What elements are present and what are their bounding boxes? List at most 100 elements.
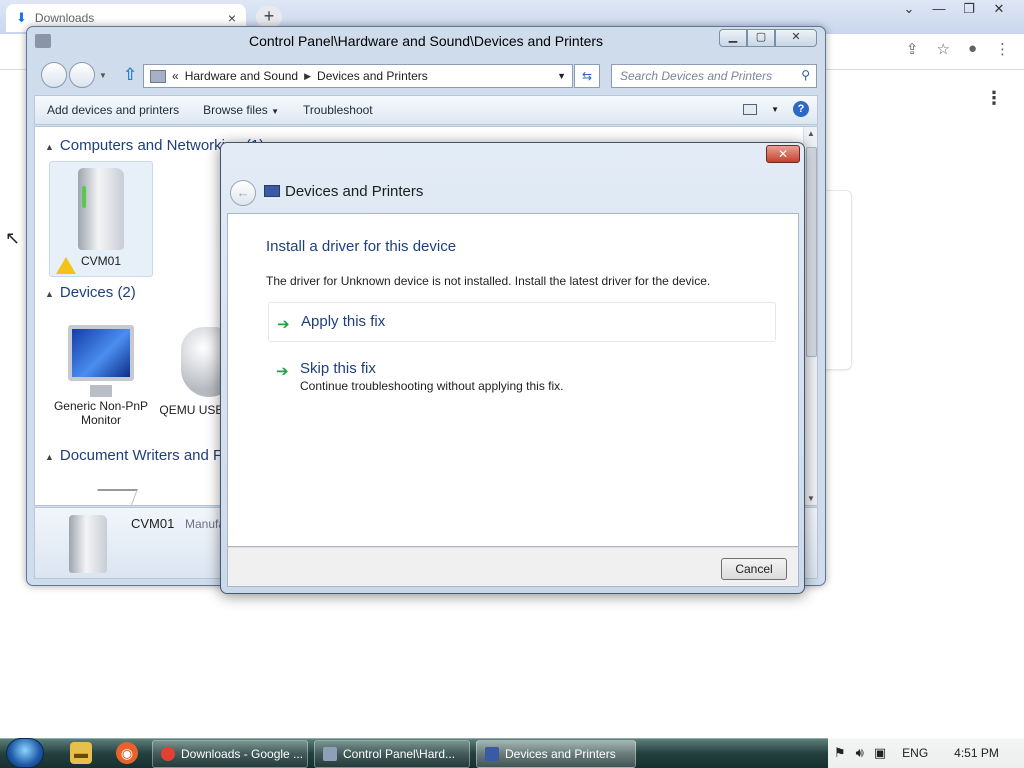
new-tab-button[interactable]: + xyxy=(256,6,282,28)
help-icon[interactable]: ? xyxy=(793,101,809,117)
device-item-monitor[interactable]: Generic Non-PnP Monitor xyxy=(49,317,153,427)
taskbar-button-label: Control Panel\Hard... xyxy=(343,747,456,761)
view-dropdown-icon[interactable]: ▼ xyxy=(771,105,779,114)
troubleshooter-dialog: ✕ ← Devices and Printers Install a drive… xyxy=(220,142,805,594)
apply-fix-title: Apply this fix xyxy=(301,313,386,330)
change-view-icon[interactable] xyxy=(743,103,758,115)
minimize-button[interactable]: — xyxy=(924,0,954,20)
dialog-message: The driver for Unknown device is not ins… xyxy=(266,274,711,288)
vertical-scrollbar[interactable]: ▲ ▼ xyxy=(803,127,817,505)
taskbar-button-control-panel[interactable]: Control Panel\Hard... xyxy=(314,740,470,768)
maximize-button[interactable]: ▢ xyxy=(747,29,775,47)
scrollbar-thumb[interactable] xyxy=(806,147,817,357)
bookmark-star-icon[interactable]: ☆ xyxy=(936,40,949,58)
details-device-name: CVM01 xyxy=(131,516,175,531)
group-label: Devices (2) xyxy=(59,284,136,301)
troubleshoot-button[interactable]: Troubleshoot xyxy=(291,103,385,117)
control-panel-icon xyxy=(150,69,166,83)
caption-buttons: ▁ ▢ ✕ xyxy=(719,29,817,47)
share-icon[interactable]: ⇪ xyxy=(906,40,919,58)
chrome-menu-icon[interactable]: ⋮ xyxy=(995,40,1010,58)
green-arrow-icon: ➔ xyxy=(276,363,289,380)
minimize-button[interactable]: ▁ xyxy=(719,29,747,47)
recent-pages-dropdown-icon[interactable]: ▼ xyxy=(99,71,107,80)
more-options-icon[interactable]: ⋮ xyxy=(985,88,1003,109)
control-panel-icon xyxy=(323,747,337,761)
magnifier-icon[interactable]: ⚲ xyxy=(801,68,810,82)
breadcrumb-hardware-and-sound[interactable]: Hardware and Sound xyxy=(185,69,298,83)
network-icon[interactable]: ▣ xyxy=(874,745,886,761)
firefox-icon[interactable]: ◉ xyxy=(116,742,138,764)
restore-button[interactable]: ❐ xyxy=(954,0,984,20)
collapse-triangle-icon: ▲ xyxy=(45,142,54,152)
tab-close-icon[interactable]: × xyxy=(228,10,236,26)
address-bar[interactable]: « Hardware and Sound ▶ Devices and Print… xyxy=(143,64,573,88)
clock[interactable]: 4:51 PM xyxy=(954,746,999,760)
mouse-cursor-icon: ↖ xyxy=(5,228,21,248)
computer-tower-icon xyxy=(69,515,107,573)
device-item-computer[interactable]: CVM01 xyxy=(49,161,153,277)
device-label: Generic Non-PnP Monitor xyxy=(53,399,149,427)
search-input[interactable]: Search Devices and Printers ⚲ xyxy=(611,64,817,88)
group-label: Document Writers and Fax xyxy=(59,447,239,464)
breadcrumb-overflow[interactable]: « xyxy=(172,69,179,83)
start-button[interactable] xyxy=(6,738,44,768)
chrome-icon xyxy=(161,747,175,761)
skip-fix-option[interactable]: ➔ Skip this fix Continue troubleshooting… xyxy=(268,350,776,400)
breadcrumb-devices-and-printers[interactable]: Devices and Printers xyxy=(317,69,428,83)
printer-icon xyxy=(92,489,138,505)
view-controls: ▼ ? xyxy=(743,101,809,117)
browse-files-button[interactable]: Browse files ▼ xyxy=(191,103,291,117)
group-header-devices[interactable]: ▲ Devices (2) xyxy=(45,284,136,301)
apply-fix-option[interactable]: ➔ Apply this fix xyxy=(268,302,776,342)
dialog-heading: Install a driver for this device xyxy=(266,238,457,255)
skip-fix-description: Continue troubleshooting without applyin… xyxy=(300,379,564,393)
cancel-button[interactable]: Cancel xyxy=(721,558,787,580)
browse-files-label: Browse files xyxy=(203,103,268,117)
back-arrow-icon[interactable]: ← xyxy=(230,180,256,206)
system-tray: ⚑ 🔊︎ ▣ ENG 4:51 PM xyxy=(828,738,1024,768)
taskbar-button-devices-printers[interactable]: Devices and Printers xyxy=(476,740,636,768)
language-indicator[interactable]: ENG xyxy=(902,746,928,760)
profile-icon[interactable]: ● xyxy=(968,40,977,58)
close-button[interactable]: ✕ xyxy=(984,0,1014,20)
scroll-down-icon[interactable]: ▼ xyxy=(807,494,815,503)
tab-search-icon[interactable]: ⌄ xyxy=(894,0,924,20)
chrome-window-controls: ⌄ — ❐ ✕ xyxy=(894,0,1014,20)
monitor-icon xyxy=(68,325,134,397)
search-placeholder: Search Devices and Printers xyxy=(620,69,773,83)
add-devices-button[interactable]: Add devices and printers xyxy=(35,103,191,117)
chrome-tab-title: Downloads xyxy=(34,11,95,25)
dialog-close-button[interactable]: ✕ xyxy=(766,145,800,163)
dialog-body: Install a driver for this device The dri… xyxy=(227,213,799,547)
action-center-flag-icon[interactable]: ⚑ xyxy=(834,745,846,761)
refresh-button[interactable]: ⇆ xyxy=(574,64,600,88)
volume-icon[interactable]: 🔊︎ xyxy=(856,745,864,761)
up-arrow-icon[interactable]: ⇧ xyxy=(123,65,137,85)
warning-triangle-icon xyxy=(56,257,76,274)
command-bar: Add devices and printers Browse files ▼ … xyxy=(34,95,818,125)
breadcrumb-separator-icon[interactable]: ▶ xyxy=(304,71,311,82)
close-button[interactable]: ✕ xyxy=(775,29,817,47)
devices-and-printers-icon xyxy=(264,185,280,197)
taskbar-button-chrome[interactable]: Downloads - Google ... xyxy=(152,740,308,768)
forward-button[interactable] xyxy=(69,62,95,88)
devices-and-printers-icon xyxy=(485,747,499,761)
computer-tower-icon xyxy=(78,168,124,250)
window-title: Control Panel\Hardware and Sound\Devices… xyxy=(248,33,604,49)
green-arrow-icon: ➔ xyxy=(277,316,290,333)
explorer-icon[interactable]: ▬ xyxy=(70,742,92,764)
skip-fix-title: Skip this fix xyxy=(300,360,376,377)
download-icon: ⬇ xyxy=(16,10,27,25)
taskbar-button-label: Downloads - Google ... xyxy=(181,747,304,761)
back-button[interactable] xyxy=(41,62,67,88)
collapse-triangle-icon: ▲ xyxy=(45,289,54,299)
chrome-toolbar-icons: ⇪ ☆ ● ⋮ xyxy=(906,40,1010,58)
dialog-footer: Cancel xyxy=(227,547,799,587)
dialog-title: Devices and Printers xyxy=(285,183,424,200)
collapse-triangle-icon: ▲ xyxy=(45,452,54,462)
address-dropdown-icon[interactable]: ▼ xyxy=(557,71,566,81)
scroll-up-icon[interactable]: ▲ xyxy=(807,129,815,138)
group-header-document-writers[interactable]: ▲ Document Writers and Fax xyxy=(45,447,238,464)
chevron-down-icon: ▼ xyxy=(271,107,280,116)
